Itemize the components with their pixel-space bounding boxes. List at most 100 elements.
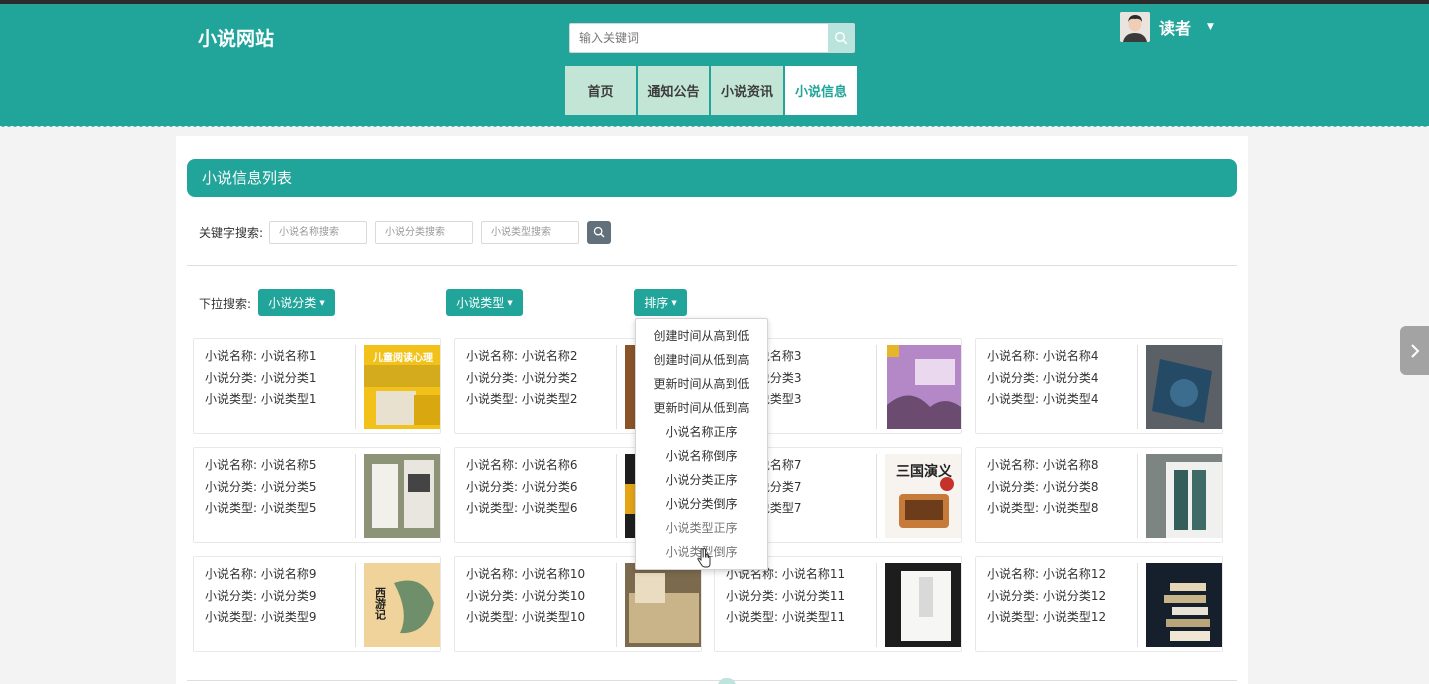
keyword-search-label: 关键字搜索: xyxy=(199,225,264,240)
novel-card-text: 小说名称: 小说名称11 小说分类: 小说分类11 小说类型: 小说类型11 xyxy=(726,564,845,629)
novel-card-text: 小说名称: 小说名称1 小说分类: 小说分类1 小说类型: 小说类型1 xyxy=(205,346,317,411)
novel-type: 小说类型: 小说类型9 xyxy=(205,610,317,624)
novel-category: 小说分类: 小说分类12 xyxy=(987,588,1107,603)
cover-title: 三国演义 xyxy=(896,463,952,480)
novel-card-text: 小说名称: 小说名称2 小说分类: 小说分类2 小说类型: 小说类型2 xyxy=(466,346,578,411)
nav-item-news[interactable]: 小说资讯 xyxy=(711,66,783,115)
novel-name: 小说名称: 小说名称9 xyxy=(205,567,317,581)
header-search-button[interactable] xyxy=(828,24,854,52)
novel-cover-image[interactable] xyxy=(1146,454,1222,538)
caret-down-icon: ▼ xyxy=(319,298,325,307)
sort-option-updated-desc[interactable]: 更新时间从高到低 xyxy=(636,372,767,396)
novel-category: 小说分类: 小说分类5 xyxy=(205,479,317,494)
novel-name-search-input[interactable] xyxy=(269,220,368,244)
header-scallop-border xyxy=(0,124,1429,130)
novel-cover-image[interactable]: 西游记 xyxy=(364,563,440,647)
novel-type: 小说类型: 小说类型12 xyxy=(987,610,1107,624)
card-separator xyxy=(876,563,877,647)
sort-option-created-desc[interactable]: 创建时间从高到低 xyxy=(636,324,767,348)
card-separator xyxy=(1137,345,1138,429)
sort-option-category-asc[interactable]: 小说分类正序 xyxy=(636,468,767,492)
novel-card-5[interactable]: 小说名称: 小说名称5 小说分类: 小说分类5 小说类型: 小说类型5 xyxy=(193,447,441,543)
nav-item-home[interactable]: 首页 xyxy=(565,66,636,115)
novel-type: 小说类型: 小说类型10 xyxy=(466,610,586,624)
novel-category: 小说分类: 小说分类8 xyxy=(987,479,1099,494)
novel-cover-image[interactable]: 三国演义 xyxy=(885,454,961,538)
sort-option-name-desc[interactable]: 小说名称倒序 xyxy=(636,444,767,468)
novel-cover-image[interactable] xyxy=(885,563,961,647)
novel-card-1[interactable]: 小说名称: 小说名称1 小说分类: 小说分类1 小说类型: 小说类型1 儿童阅读… xyxy=(193,338,441,434)
keyword-search-row: 关键字搜索: xyxy=(199,220,612,244)
user-name: 读者 xyxy=(1159,19,1192,38)
header-search-input[interactable] xyxy=(570,24,828,52)
card-separator xyxy=(1137,454,1138,538)
novel-name: 小说名称: 小说名称10 xyxy=(466,567,586,581)
novel-card-11[interactable]: 小说名称: 小说名称11 小说分类: 小说分类11 小说类型: 小说类型11 xyxy=(714,556,962,652)
sort-option-created-asc[interactable]: 创建时间从低到高 xyxy=(636,348,767,372)
novel-card-8[interactable]: 小说名称: 小说名称8 小说分类: 小说分类8 小说类型: 小说类型8 xyxy=(975,447,1223,543)
novel-type: 小说类型: 小说类型6 xyxy=(466,501,578,515)
novel-type: 小说类型: 小说类型8 xyxy=(987,501,1099,515)
novel-name: 小说名称: 小说名称2 xyxy=(466,349,578,363)
novel-cover-image[interactable]: 儿童阅读心理 xyxy=(364,345,440,429)
novel-cover-image[interactable] xyxy=(364,454,440,538)
novel-type: 小说类型: 小说类型5 xyxy=(205,501,317,515)
card-separator xyxy=(1137,563,1138,647)
novel-cover-image[interactable] xyxy=(625,563,701,647)
carousel-next-button[interactable] xyxy=(1400,326,1429,375)
novel-card-text: 小说名称: 小说名称6 小说分类: 小说分类6 小说类型: 小说类型6 xyxy=(466,455,578,520)
novel-card-4[interactable]: 小说名称: 小说名称4 小说分类: 小说分类4 小说类型: 小说类型4 xyxy=(975,338,1223,434)
card-separator xyxy=(355,454,356,538)
sort-option-type-asc[interactable]: 小说类型正序 xyxy=(636,516,767,540)
chevron-right-icon xyxy=(1410,343,1419,358)
sort-dropdown-menu: 创建时间从高到低 创建时间从低到高 更新时间从高到低 更新时间从低到高 小说名称… xyxy=(635,318,768,570)
novel-card-9[interactable]: 小说名称: 小说名称9 小说分类: 小说分类9 小说类型: 小说类型9 西游记 xyxy=(193,556,441,652)
novel-type: 小说类型: 小说类型2 xyxy=(466,392,578,406)
sort-dropdown-button[interactable]: 排序 ▼ xyxy=(634,289,687,316)
novel-card-12[interactable]: 小说名称: 小说名称12 小说分类: 小说分类12 小说类型: 小说类型12 xyxy=(975,556,1223,652)
bottom-divider xyxy=(187,680,1237,681)
nav-item-novel-info[interactable]: 小说信息 xyxy=(785,66,857,115)
novel-cover-image[interactable] xyxy=(885,345,961,429)
card-separator xyxy=(355,563,356,647)
novel-name: 小说名称: 小说名称5 xyxy=(205,458,317,472)
caret-down-icon: ▼ xyxy=(671,298,677,307)
user-menu[interactable]: 读者 ▼ xyxy=(1120,12,1214,42)
sort-option-name-asc[interactable]: 小说名称正序 xyxy=(636,420,767,444)
novel-cover-image[interactable] xyxy=(1146,563,1222,647)
novel-card-text: 小说名称: 小说名称10 小说分类: 小说分类10 小说类型: 小说类型10 xyxy=(466,564,585,629)
chevron-down-icon: ▼ xyxy=(1207,22,1214,32)
site-title[interactable]: 小说网站 xyxy=(198,24,274,51)
avatar xyxy=(1120,12,1150,42)
nav-item-notices[interactable]: 通知公告 xyxy=(638,66,709,115)
novel-name: 小说名称: 小说名称8 xyxy=(987,458,1099,472)
site-header: 小说网站 首页 通知公告 小说资讯 小说信息 读者 ▼ xyxy=(0,4,1429,126)
novel-card-10[interactable]: 小说名称: 小说名称10 小说分类: 小说分类10 小说类型: 小说类型10 xyxy=(454,556,702,652)
novel-card-text: 小说名称: 小说名称12 小说分类: 小说分类12 小说类型: 小说类型12 xyxy=(987,564,1106,629)
category-dropdown-button[interactable]: 小说分类 ▼ xyxy=(258,289,335,316)
sort-option-updated-asc[interactable]: 更新时间从低到高 xyxy=(636,396,767,420)
card-separator xyxy=(616,454,617,538)
novel-card-text: 小说名称: 小说名称4 小说分类: 小说分类4 小说类型: 小说类型4 xyxy=(987,346,1099,411)
novel-type-search-input[interactable] xyxy=(481,220,580,244)
card-separator xyxy=(876,454,877,538)
novel-category: 小说分类: 小说分类1 xyxy=(205,370,317,385)
novel-category-search-input[interactable] xyxy=(375,220,474,244)
divider xyxy=(187,265,1237,266)
type-dropdown-button[interactable]: 小说类型 ▼ xyxy=(446,289,523,316)
novel-category: 小说分类: 小说分类10 xyxy=(466,588,586,603)
novel-type: 小说类型: 小说类型1 xyxy=(205,392,317,406)
page-title: 小说信息列表 xyxy=(187,159,1237,197)
search-icon xyxy=(593,226,605,238)
cover-title: 儿童阅读心理 xyxy=(372,351,433,364)
cover-title: 西游记 xyxy=(374,587,387,621)
novel-category: 小说分类: 小说分类4 xyxy=(987,370,1099,385)
keyword-search-button[interactable] xyxy=(587,220,612,244)
novel-cover-image[interactable] xyxy=(1146,345,1222,429)
sort-option-category-desc[interactable]: 小说分类倒序 xyxy=(636,492,767,516)
card-separator xyxy=(355,345,356,429)
novel-type: 小说类型: 小说类型4 xyxy=(987,392,1099,406)
novel-card-text: 小说名称: 小说名称9 小说分类: 小说分类9 小说类型: 小说类型9 xyxy=(205,564,317,629)
novel-category: 小说分类: 小说分类11 xyxy=(726,588,846,603)
novel-name: 小说名称: 小说名称1 xyxy=(205,349,317,363)
